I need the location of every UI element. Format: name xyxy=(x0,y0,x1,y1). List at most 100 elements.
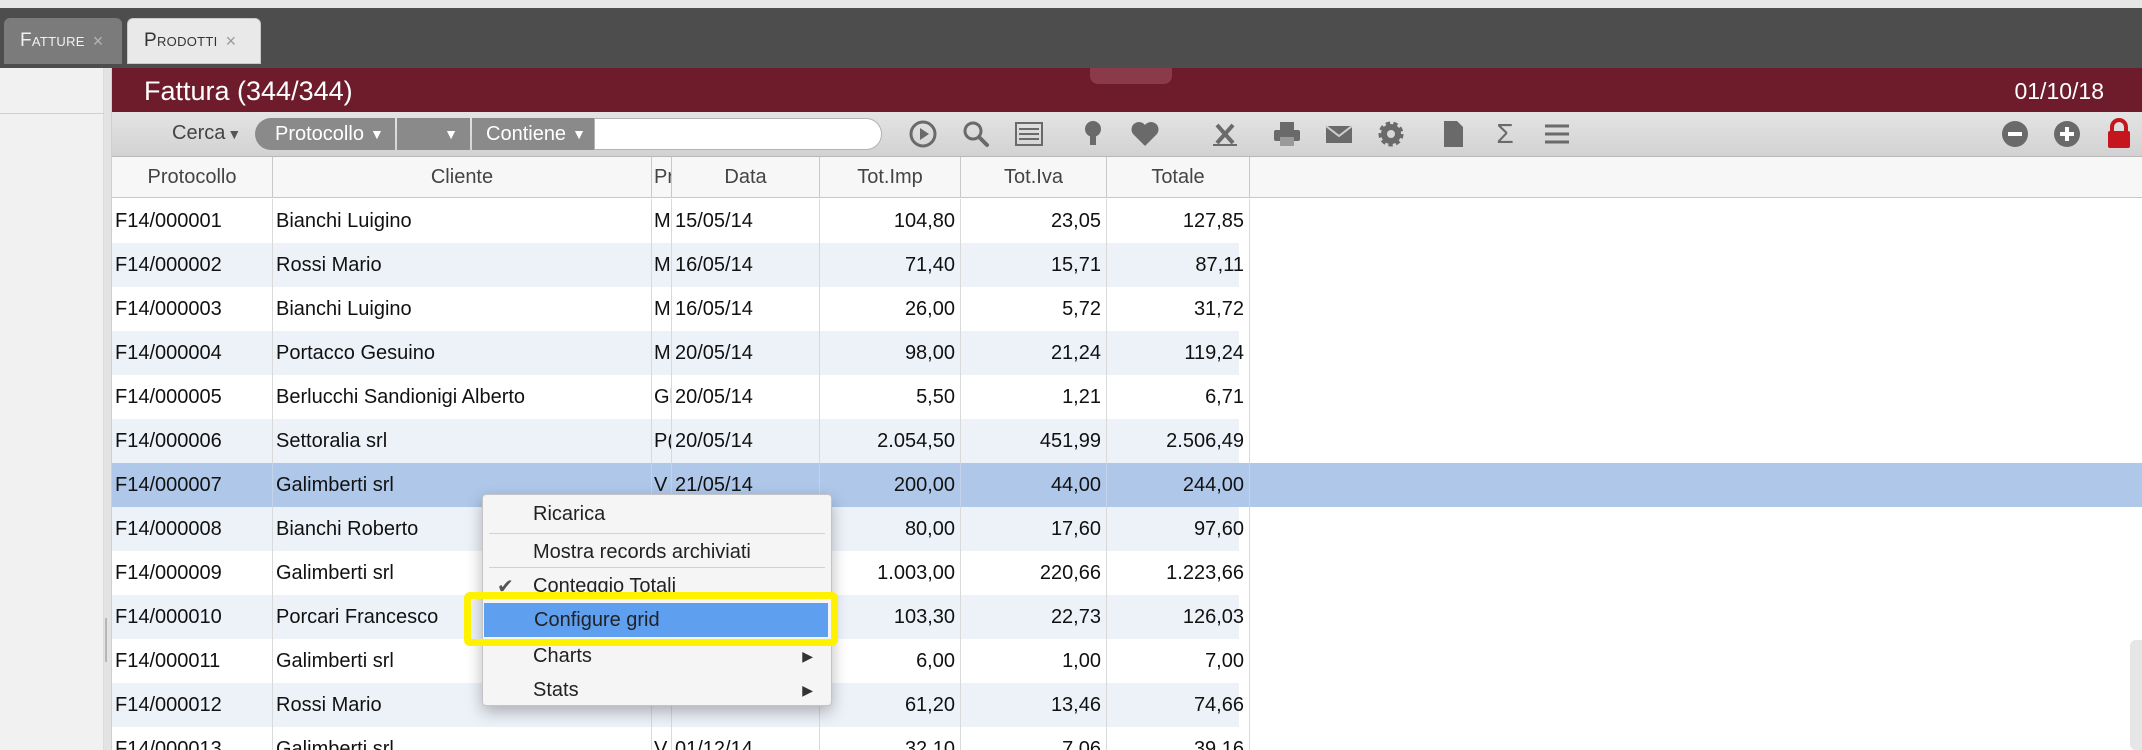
panel-toggle-handle[interactable] xyxy=(1090,68,1172,84)
cell-tot-imp: 104,80 xyxy=(820,199,961,243)
column-header-pr[interactable]: Pr xyxy=(652,157,672,198)
table-row[interactable]: F14/000004 Portacco Gesuino M 20/05/14 98,00… xyxy=(112,331,1250,375)
menu-item-charts[interactable]: Charts ▶ xyxy=(483,639,831,673)
menu-item-conteggio-totali[interactable]: ✔ Conteggio Totali xyxy=(483,569,831,603)
cell-protocollo: F14/000013 xyxy=(112,727,273,750)
field-select-value: Protocollo xyxy=(275,122,364,145)
header-date: 01/10/18 xyxy=(2014,78,2104,104)
left-panel-divider xyxy=(0,113,104,114)
menu-item-ricarica[interactable]: Ricarica xyxy=(483,497,831,531)
cell-totale: 97,60 xyxy=(1107,507,1250,551)
cell-totale: 87,11 xyxy=(1107,243,1250,287)
menu-item-label: Charts xyxy=(533,644,592,667)
panel-splitter[interactable] xyxy=(104,68,112,750)
table-row[interactable]: F14/000006 Settoralia srl P(20/05/14 2.054,… xyxy=(112,419,1250,463)
tab-label: Prodotti xyxy=(144,30,218,51)
menu-lines-icon xyxy=(1545,124,1569,144)
excel-export-icon xyxy=(1213,123,1237,146)
tips-button[interactable] xyxy=(1076,117,1110,151)
menu-item-configure-grid[interactable]: Configure grid xyxy=(484,603,828,637)
field-select[interactable]: Protocollo ▼ xyxy=(255,118,395,150)
cell-totale: 6,71 xyxy=(1107,375,1250,419)
mail-icon xyxy=(1325,125,1353,143)
search-menu-button[interactable]: Cerca ▼ xyxy=(172,122,241,145)
cell-tot-imp: 71,40 xyxy=(820,243,961,287)
vertical-scrollbar[interactable] xyxy=(2130,640,2142,750)
cell-tot-imp: 32,10 xyxy=(820,727,961,750)
tab-prodotti[interactable]: Prodotti × xyxy=(127,18,261,64)
submenu-arrow-icon: ▶ xyxy=(802,647,813,664)
cell-totale: 244,00 xyxy=(1107,463,1250,507)
mail-button[interactable] xyxy=(1322,117,1356,151)
table-row[interactable]: F14/000003 Bianchi Luigino M 16/05/14 26,00 5… xyxy=(112,287,1250,331)
export-excel-button[interactable] xyxy=(1208,117,1242,151)
table-row[interactable]: F14/000013 Galimberti srl V 01/12/14 32,10 7,… xyxy=(112,727,1250,750)
column-header-totale[interactable]: Totale xyxy=(1107,157,1250,198)
cell-tot-iva: 17,60 xyxy=(961,507,1107,551)
cell-cliente: Rossi Mario xyxy=(273,243,652,287)
cell-tot-imp: 61,20 xyxy=(820,683,961,727)
sum-icon: Σ xyxy=(1496,118,1514,149)
view-header: Fattura (344/344) 01/10/18 xyxy=(112,68,2142,112)
modifier-select[interactable]: ▼ xyxy=(397,118,470,150)
table-row[interactable]: F14/000001 Bianchi Luigino M 15/05/14 104,80… xyxy=(112,199,1250,243)
splitter-grip[interactable] xyxy=(105,618,107,662)
run-icon xyxy=(909,120,937,148)
cell-totale: 1.223,66 xyxy=(1107,551,1250,595)
totals-button[interactable]: Σ xyxy=(1488,117,1522,151)
tab-fatture[interactable]: Fatture × xyxy=(4,18,122,64)
tab-close-icon[interactable]: × xyxy=(226,31,237,52)
remove-record-button[interactable] xyxy=(1998,117,2032,151)
document-button[interactable] xyxy=(1436,117,1470,151)
cell-tot-imp: 5,50 xyxy=(820,375,961,419)
run-query-button[interactable] xyxy=(906,117,940,151)
cell-totale: 2.506,49 xyxy=(1107,419,1250,463)
cell-totale: 126,03 xyxy=(1107,595,1250,639)
menu-item-label: Conteggio Totali xyxy=(533,574,677,597)
column-header-cliente[interactable]: Cliente xyxy=(273,157,652,198)
cell-cliente: Berlucchi Sandionigi Alberto xyxy=(273,375,652,419)
tab-close-icon[interactable]: × xyxy=(93,31,104,52)
add-record-button[interactable] xyxy=(2050,117,2084,151)
cell-tot-imp: 6,00 xyxy=(820,639,961,683)
cell-tot-imp: 103,30 xyxy=(820,595,961,639)
cell-protocollo: F14/000005 xyxy=(112,375,273,419)
list-view-button[interactable] xyxy=(1012,117,1046,151)
menu-separator xyxy=(489,567,825,568)
table-row[interactable]: F14/000002 Rossi Mario M 16/05/14 71,40 15,71… xyxy=(112,243,1250,287)
menu-item-stats[interactable]: Stats ▶ xyxy=(483,673,831,707)
cell-tot-iva: 23,05 xyxy=(961,199,1107,243)
cell-totale: 74,66 xyxy=(1107,683,1250,727)
table-row[interactable]: F14/000005 Berlucchi Sandionigi Alberto Gl… xyxy=(112,375,1250,419)
column-header-data[interactable]: Data xyxy=(672,157,820,198)
column-header-tot-imp[interactable]: Tot.Imp xyxy=(820,157,961,198)
lightbulb-icon xyxy=(1085,121,1101,145)
column-header-protocollo[interactable]: Protocollo xyxy=(112,157,273,198)
menu-item-label: Mostra records archiviati xyxy=(533,540,751,563)
search-input[interactable] xyxy=(594,118,882,150)
table-row[interactable]: F14/000007 Galimberti srl V 21/05/14 200,00 4… xyxy=(112,463,2142,507)
cell-cliente: Settoralia srl xyxy=(273,419,652,463)
cell-tot-iva: 44,00 xyxy=(961,463,1107,507)
operator-select-value: Contiene xyxy=(486,122,567,145)
more-menu-button[interactable] xyxy=(1540,117,1574,151)
favorites-button[interactable] xyxy=(1128,117,1162,151)
cell-tot-iva: 13,46 xyxy=(961,683,1107,727)
cell-data: 16/05/14 xyxy=(672,243,820,287)
search-button[interactable] xyxy=(959,117,993,151)
print-button[interactable] xyxy=(1270,117,1304,151)
cell-tot-iva: 7,06 xyxy=(961,727,1107,750)
lock-button[interactable] xyxy=(2102,117,2136,151)
cell-protocollo: F14/000004 xyxy=(112,331,273,375)
menu-item-mostra-archiviati[interactable]: Mostra records archiviati xyxy=(483,535,831,569)
heart-icon xyxy=(1131,122,1159,146)
operator-select[interactable]: Contiene ▼ xyxy=(472,118,594,150)
checkmark-icon: ✔ xyxy=(497,575,514,598)
cell-totale: 7,00 xyxy=(1107,639,1250,683)
magnifier-icon xyxy=(963,121,989,147)
cell-protocollo: F14/000006 xyxy=(112,419,273,463)
gear-icon xyxy=(1378,121,1404,147)
column-header-tot-iva[interactable]: Tot.Iva xyxy=(961,157,1107,198)
settings-button[interactable] xyxy=(1374,117,1408,151)
cell-tot-imp: 98,00 xyxy=(820,331,961,375)
